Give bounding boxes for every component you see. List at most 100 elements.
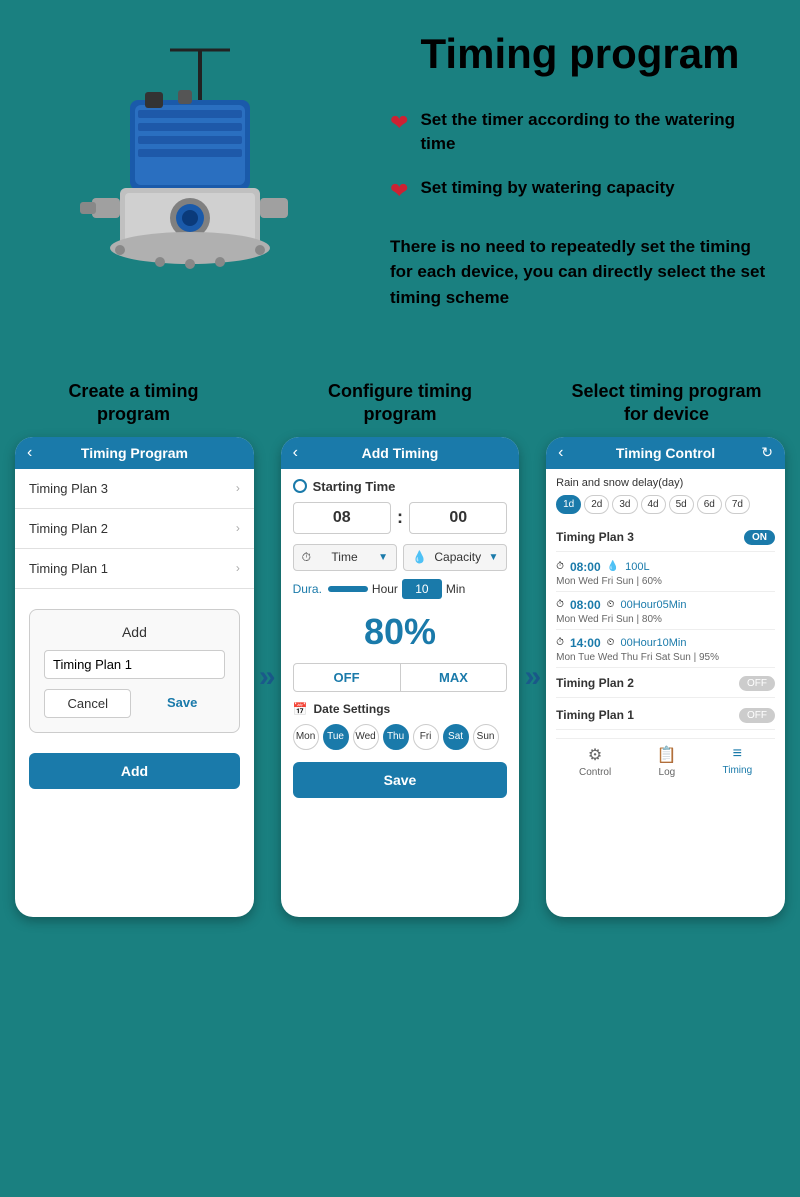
plan2-toggle[interactable]: OFF — [739, 676, 775, 691]
phone1-add-button[interactable]: Add — [29, 753, 240, 789]
dura-label: Dura. — [293, 582, 322, 596]
day-sat[interactable]: Sat — [443, 724, 469, 750]
plan3-name: Timing Plan 3 — [556, 530, 634, 544]
bullet-2: ❤ Set timing by watering capacity — [390, 176, 770, 204]
drop-icon-s1: 💧 — [607, 561, 619, 572]
schedule-time-3: 14:00 — [570, 636, 601, 650]
top-section: Timing program ❤ Set the timer according… — [0, 0, 800, 370]
select-row: ⏱ Time ▼ 💧 Capacity ▼ — [293, 544, 508, 571]
phone1-modal: Add Cancel Save — [29, 609, 240, 733]
nav-control[interactable]: ⚙ Control — [579, 745, 611, 778]
phone3-back-icon[interactable]: ‹ — [558, 444, 563, 462]
list-item[interactable]: Timing Plan 3 › — [15, 469, 254, 509]
clock-icon-s3: ⏱ — [556, 637, 564, 648]
right-content: Timing program ❤ Set the timer according… — [380, 30, 780, 350]
dropdown-icon: ▼ — [378, 552, 388, 563]
pill-7d[interactable]: 7d — [725, 495, 750, 514]
time-row: 08 : 00 — [293, 502, 508, 534]
control-icon: ⚙ — [588, 745, 602, 765]
clock-icon-s2: ⏱ — [556, 599, 564, 610]
plan1-toggle[interactable]: OFF — [739, 708, 775, 723]
phone3-body: Rain and snow delay(day) 1d 2d 3d 4d 5d … — [546, 469, 785, 792]
pill-5d[interactable]: 5d — [669, 495, 694, 514]
arrow-divider-1: » — [259, 660, 276, 694]
phone2-header-title: Configure timing program — [282, 380, 519, 427]
phone1-list: Timing Plan 3 › Timing Plan 2 › Timing P… — [15, 469, 254, 589]
pill-6d[interactable]: 6d — [697, 495, 722, 514]
min-input[interactable]: 10 — [402, 579, 442, 599]
phone1-screen-title: Timing Program — [81, 445, 188, 461]
timer-icon-s3: ⏲ — [607, 637, 615, 648]
day-wed[interactable]: Wed — [353, 724, 379, 750]
log-icon: 📋 — [657, 745, 677, 765]
heart-icon-1: ❤ — [390, 110, 408, 136]
phone1-modal-buttons: Cancel Save — [44, 689, 225, 718]
schedule-item-1: ⏱ 08:00 💧 100L Mon Wed Fri Sun | 60% — [556, 556, 775, 592]
phone3-bottom-nav: ⚙ Control 📋 Log ≡ Timing — [556, 738, 775, 784]
time-select-icon: ⏱ — [302, 550, 311, 565]
phone2-body: Starting Time 08 : 00 ⏱ Time ▼ 💧 Capacit — [281, 469, 520, 808]
phones-header: Create a timing program Configure timing… — [15, 380, 785, 427]
phone1-header-title: Create a timing program — [15, 380, 252, 427]
day-fri[interactable]: Fri — [413, 724, 439, 750]
list-item[interactable]: Timing Plan 2 › — [15, 509, 254, 549]
day-mon[interactable]: Mon — [293, 724, 319, 750]
plan3-toggle[interactable]: ON — [744, 530, 775, 545]
date-settings-label: 📅 Date Settings — [293, 702, 508, 716]
nav-log[interactable]: 📋 Log — [657, 745, 677, 778]
minute-field[interactable]: 00 — [409, 502, 507, 534]
clock-icon-s1: ⏱ — [556, 561, 564, 572]
phone3-screen-title: Timing Control — [616, 445, 715, 461]
day-tue[interactable]: Tue — [323, 724, 349, 750]
phone3-header-title: Select timing program for device — [548, 380, 785, 427]
schedule-capacity-3: 00Hour10Min — [620, 637, 686, 649]
phone2-screen-title: Add Timing — [362, 445, 439, 461]
pill-4d[interactable]: 4d — [641, 495, 666, 514]
capacity-select[interactable]: 💧 Capacity ▼ — [403, 544, 507, 571]
phone1-modal-add-label: Add — [44, 624, 225, 640]
phone2-screen-header: ‹ Add Timing — [281, 437, 520, 469]
max-button[interactable]: MAX — [401, 664, 507, 691]
phone3: ‹ Timing Control ↻ Rain and snow delay(d… — [546, 437, 785, 917]
save-button[interactable]: Save — [139, 689, 224, 718]
bullet-1: ❤ Set the timer according to the waterin… — [390, 108, 770, 156]
schedule-days-1: Mon Wed Fri Sun | 60% — [556, 576, 775, 587]
time-select[interactable]: ⏱ Time ▼ — [293, 544, 397, 571]
phone2: ‹ Add Timing Starting Time 08 : 00 ⏱ Tim… — [281, 437, 520, 917]
schedule-time-row-3: ⏱ 14:00 ⏲ 00Hour10Min — [556, 636, 775, 650]
phone2-save-button[interactable]: Save — [293, 762, 508, 798]
hour-label: Hour — [372, 582, 398, 596]
schedule-days-3: Mon Tue Wed Thu Fri Sat Sun | 95% — [556, 652, 775, 663]
list-item[interactable]: Timing Plan 1 › — [15, 549, 254, 589]
product-image — [30, 30, 350, 350]
phone1-back-icon[interactable]: ‹ — [27, 444, 32, 462]
pill-2d[interactable]: 2d — [584, 495, 609, 514]
off-max-row: OFF MAX — [293, 663, 508, 692]
hour-field[interactable]: 08 — [293, 502, 391, 534]
phone1-modal-input[interactable] — [44, 650, 225, 679]
time-colon: : — [397, 502, 403, 534]
off-button[interactable]: OFF — [294, 664, 401, 691]
timing-plan-2-row: Timing Plan 2 OFF — [556, 670, 775, 698]
schedule-time-row-2: ⏱ 08:00 ⏲ 00Hour05Min — [556, 598, 775, 612]
timer-icon-s2: ⏲ — [607, 599, 615, 610]
arrow-divider-2: » — [524, 660, 541, 694]
starting-time-label: Starting Time — [293, 479, 508, 494]
dura-input[interactable] — [328, 586, 368, 592]
nav-timing[interactable]: ≡ Timing — [723, 745, 753, 778]
pill-1d[interactable]: 1d — [556, 495, 581, 514]
cancel-button[interactable]: Cancel — [44, 689, 131, 718]
arrow-icon: › — [236, 481, 240, 495]
phone2-back-icon[interactable]: ‹ — [293, 444, 298, 462]
page-title: Timing program — [390, 30, 770, 78]
schedule-item-3: ⏱ 14:00 ⏲ 00Hour10Min Mon Tue Wed Thu Fr… — [556, 632, 775, 668]
day-pills-row: 1d 2d 3d 4d 5d 6d 7d — [556, 495, 775, 514]
clock-icon — [293, 479, 307, 493]
schedule-item-2: ⏱ 08:00 ⏲ 00Hour05Min Mon Wed Fri Sun | … — [556, 594, 775, 630]
pill-3d[interactable]: 3d — [612, 495, 637, 514]
phones-row: ‹ Timing Program Timing Plan 3 › Timing … — [15, 437, 785, 917]
schedule-time-1: 08:00 — [570, 560, 601, 574]
refresh-icon[interactable]: ↻ — [761, 444, 773, 461]
day-thu[interactable]: Thu — [383, 724, 409, 750]
day-sun[interactable]: Sun — [473, 724, 499, 750]
